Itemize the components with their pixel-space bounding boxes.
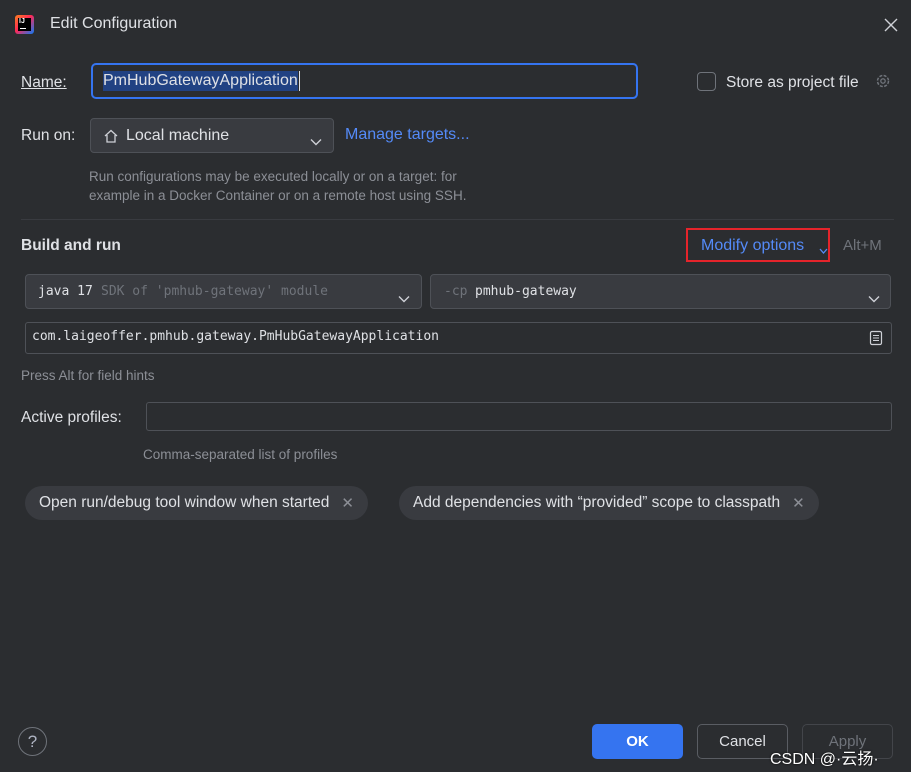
intellij-idea-icon: IJ [15, 15, 34, 34]
chevron-down-icon [398, 289, 410, 303]
active-profiles-input[interactable] [146, 402, 892, 431]
chevron-down-icon [310, 133, 322, 146]
classpath-flag: -cp [444, 284, 468, 299]
modify-options-shortcut: Alt+M [843, 237, 882, 254]
name-input-value: PmHubGatewayApplication [103, 71, 298, 91]
chip-label: Add dependencies with “provided” scope t… [413, 494, 781, 511]
sdk-name: java 17 [38, 284, 93, 299]
gear-icon[interactable] [874, 72, 892, 90]
classpath-module-select[interactable]: -cp pmhub-gateway [430, 274, 891, 309]
main-class-input[interactable]: com.laigeoffer.pmhub.gateway.PmHubGatewa… [25, 322, 892, 354]
name-input[interactable]: PmHubGatewayApplication [91, 63, 638, 99]
modify-options-link[interactable]: Modify options [701, 237, 804, 255]
text-caret [298, 71, 300, 91]
ok-button[interactable]: OK [592, 724, 683, 759]
store-as-project-file-label[interactable]: Store as project file [726, 74, 859, 92]
active-profiles-label: Active profiles: [21, 409, 122, 426]
run-on-hint-line-2: example in a Docker Container or on a re… [89, 188, 467, 203]
option-chip-open-run-debug-window[interactable]: Open run/debug tool window when started … [25, 486, 368, 520]
store-as-project-file-checkbox[interactable] [697, 72, 716, 91]
main-class-value: com.laigeoffer.pmhub.gateway.PmHubGatewa… [32, 329, 439, 344]
help-button[interactable]: ? [18, 727, 47, 756]
active-profiles-hint: Comma-separated list of profiles [143, 447, 338, 462]
manage-targets-link[interactable]: Manage targets... [345, 126, 470, 144]
classpath-module: pmhub-gateway [475, 284, 577, 299]
run-on-label: Run on: [21, 127, 76, 144]
run-on-value: Local machine [126, 127, 230, 144]
chevron-down-icon [819, 241, 828, 254]
field-hints-text: Press Alt for field hints [21, 368, 155, 383]
remove-chip-icon[interactable]: ✕ [792, 494, 805, 512]
sdk-select[interactable]: java 17 SDK of 'pmhub-gateway' module [25, 274, 422, 309]
remove-chip-icon[interactable]: ✕ [341, 494, 354, 512]
chevron-down-icon [868, 289, 880, 303]
close-icon[interactable] [880, 14, 902, 36]
section-divider [21, 219, 894, 220]
browse-document-icon[interactable] [868, 330, 884, 346]
house-icon [103, 128, 119, 144]
chip-label: Open run/debug tool window when started [39, 494, 330, 511]
window-title: Edit Configuration [50, 15, 178, 32]
build-and-run-heading: Build and run [21, 237, 121, 254]
watermark-text: CSDN @·云扬· [770, 751, 879, 768]
sdk-detail: SDK of 'pmhub-gateway' module [101, 284, 328, 299]
name-label: Name: [21, 74, 67, 91]
run-on-hint-line-1: Run configurations may be executed local… [89, 169, 457, 184]
option-chip-add-provided-dependencies[interactable]: Add dependencies with “provided” scope t… [399, 486, 819, 520]
run-on-select[interactable]: Local machine [90, 118, 334, 153]
